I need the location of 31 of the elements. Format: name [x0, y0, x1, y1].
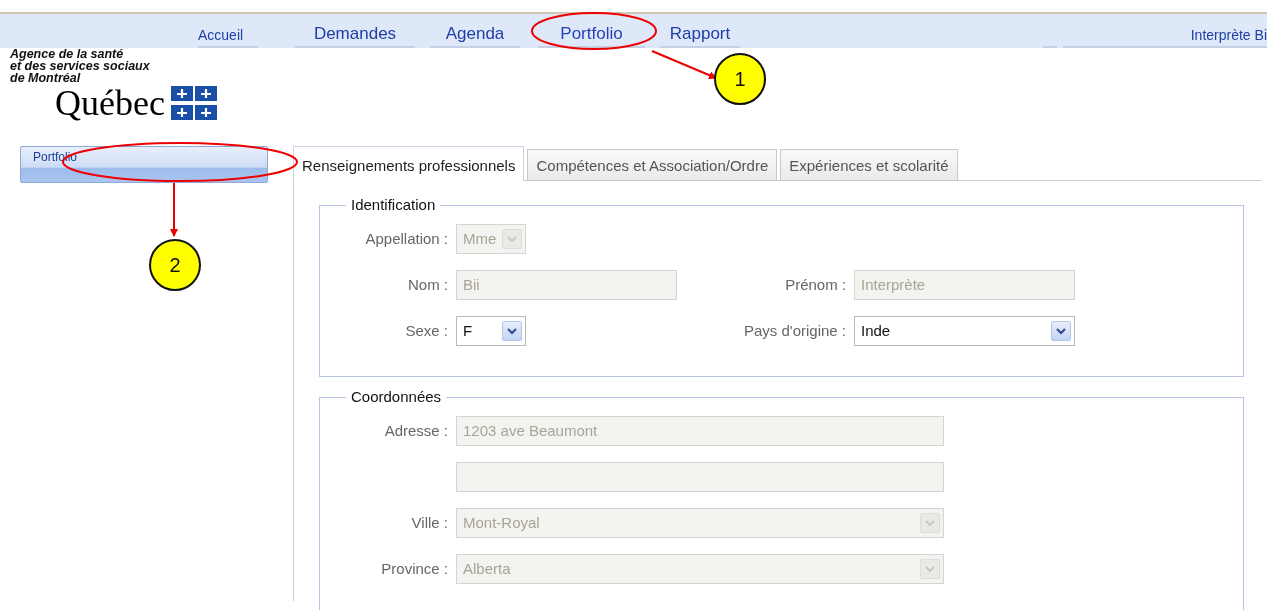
dropdown-field[interactable]: Inde — [854, 316, 1075, 346]
nav-link[interactable]: Demandes — [295, 14, 415, 48]
field-label: Pays d'origine : — [743, 321, 846, 339]
field-label: Adresse : — [384, 421, 448, 439]
dropdown-field[interactable]: F — [456, 316, 526, 346]
tab[interactable]: Compétences et Association/Ordre — [527, 149, 778, 180]
flag-icon — [170, 84, 217, 122]
chevron-down-icon — [920, 559, 940, 579]
nav-link[interactable]: Accueil — [198, 14, 258, 48]
field-label: Province : — [381, 559, 448, 577]
field-label: Appellation : — [365, 229, 448, 247]
field-label: Prénom : — [785, 275, 846, 293]
chevron-down-icon — [920, 513, 940, 533]
field-label: Ville : — [411, 513, 448, 531]
field-label: Sexe : — [405, 321, 448, 339]
chevron-down-icon — [502, 321, 522, 341]
callout-badge: 1 — [714, 53, 766, 105]
user-link[interactable]: Interprète Bi — [1063, 14, 1267, 48]
nav-link[interactable]: Agenda — [430, 14, 520, 48]
callout-arrow — [651, 50, 717, 79]
quebec-wordmark: Québec — [55, 85, 165, 121]
agency-name: Agence de la santé et des services sociaux de Montréal — [10, 48, 151, 84]
tab[interactable]: Renseignements professionnels — [293, 146, 525, 181]
tab[interactable]: Expériences et scolarité — [780, 149, 958, 180]
chevron-down-icon — [502, 229, 522, 249]
nav-link[interactable]: Rapport — [660, 14, 740, 48]
field-label: Nom : — [408, 275, 448, 293]
callout-arrow — [170, 182, 178, 237]
callout-badge: 2 — [149, 239, 201, 291]
nav-link[interactable]: Portfolio — [538, 14, 645, 48]
chevron-down-icon — [1051, 321, 1071, 341]
